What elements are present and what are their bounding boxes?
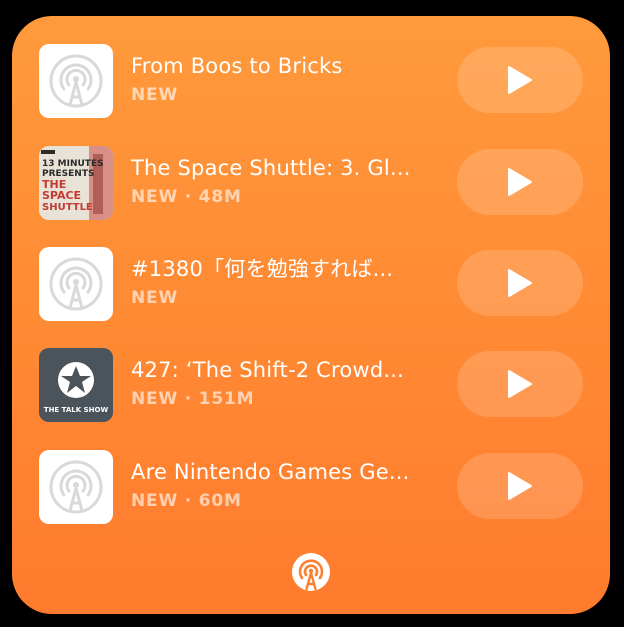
episode-title: Are Nintendo Games Ge... [131,460,410,484]
play-button[interactable] [457,47,583,113]
episode-title: The Space Shuttle: 3. Gl... [131,156,411,180]
episode-text: Are Nintendo Games Ge... NEW · 60M [131,458,421,512]
episode-title: From Boos to Bricks [131,54,343,78]
episode-row-4[interactable]: THE TALK SHOW 427: ‘The Shift-2 Crowd...… [12,348,610,424]
svg-text:SHUTTLE: SHUTTLE [42,202,93,213]
play-button[interactable] [457,250,583,316]
episode-text: #1380「何を勉強すれば... NEW [131,255,421,309]
play-icon [508,269,532,297]
episode-title: 427: ‘The Shift-2 Crowd... [131,358,405,382]
episode-meta: NEW · 60M [131,491,242,511]
episode-row-3[interactable]: #1380「何を勉強すれば... NEW [12,247,610,323]
episode-text: From Boos to Bricks NEW [131,52,421,106]
svg-text:SPACE: SPACE [42,189,81,202]
episode-row-1[interactable]: From Boos to Bricks NEW [12,44,610,120]
episode-row-5[interactable]: Are Nintendo Games Ge... NEW · 60M [12,450,610,526]
svg-text:THE TALK SHOW: THE TALK SHOW [44,406,109,414]
episode-title: #1380「何を勉強すれば... [131,257,394,281]
play-button[interactable] [457,453,583,519]
play-button[interactable] [457,149,583,215]
overcast-placeholder-icon [39,44,113,118]
episode-row-2[interactable]: 13 MINUTES PRESENTS THE SPACE SHUTTLE Th… [12,146,610,222]
space-shuttle-artwork: 13 MINUTES PRESENTS THE SPACE SHUTTLE [39,146,113,220]
overcast-logo-icon[interactable] [291,552,331,592]
play-icon [508,66,532,94]
episode-text: 427: ‘The Shift-2 Crowd... NEW · 151M [131,356,421,410]
play-icon [508,370,532,398]
episode-meta: NEW [131,85,178,105]
overcast-placeholder-icon [39,247,113,321]
overcast-widget: From Boos to Bricks NEW 13 MINUTES PRESE… [12,16,610,614]
overcast-placeholder-icon [39,450,113,524]
svg-text:13 MINUTES: 13 MINUTES [42,159,104,169]
play-icon [508,168,532,196]
episode-text: The Space Shuttle: 3. Gl... NEW · 48M [131,154,421,208]
talk-show-artwork: THE TALK SHOW [39,348,113,422]
episode-meta: NEW · 48M [131,187,242,207]
episode-meta: NEW · 151M [131,389,255,409]
episode-meta: NEW [131,288,178,308]
play-icon [508,472,532,500]
play-button[interactable] [457,351,583,417]
